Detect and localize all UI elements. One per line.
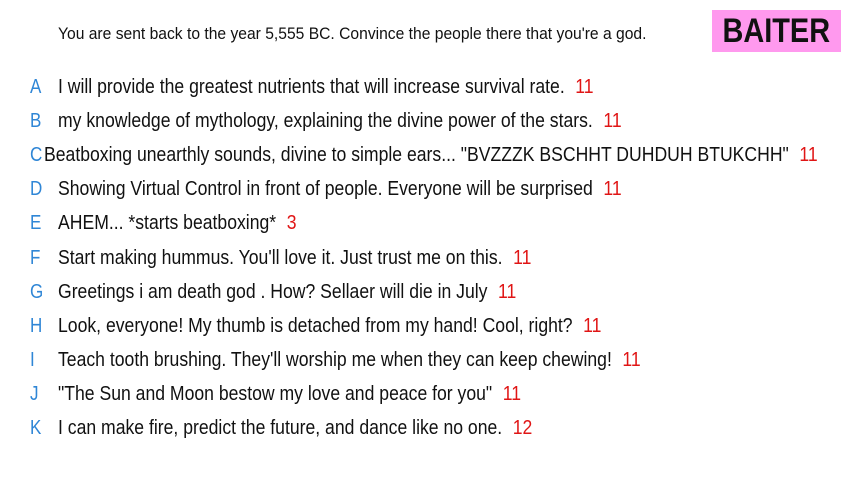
answer-score: 11 (575, 75, 594, 98)
answer-content: I can make fire, predict the future, and… (58, 417, 532, 440)
answer-score: 11 (502, 383, 522, 406)
answer-letter: K (30, 417, 42, 440)
answer-row-f: F Start making hummus. You'll love it. J… (30, 241, 845, 275)
answer-text: "The Sun and Moon bestow my love and pea… (58, 383, 493, 406)
answer-content: my knowledge of mythology, explaining th… (58, 110, 622, 133)
answer-text: Teach tooth brushing. They'll worship me… (58, 349, 612, 372)
answer-content: Start making hummus. You'll love it. Jus… (58, 247, 531, 270)
answer-row-b: B my knowledge of mythology, explaining … (30, 104, 845, 138)
answer-text: Greetings i am death god . How? Sellaer … (58, 280, 488, 303)
answer-score: 11 (622, 349, 641, 372)
answer-letter: A (30, 75, 42, 98)
answer-score: 11 (799, 143, 819, 166)
answer-score: 11 (583, 314, 602, 337)
answer-text: my knowledge of mythology, explaining th… (58, 109, 593, 132)
answer-score: 11 (603, 178, 622, 201)
answer-score: 11 (498, 280, 517, 303)
player-badge: BAITER (712, 10, 841, 52)
answer-text: AHEM... *starts beatboxing* (58, 212, 277, 235)
answer-letter: D (30, 178, 43, 201)
answer-text: Showing Virtual Control in front of peop… (58, 178, 593, 201)
badge-label: BAITER (722, 11, 831, 50)
answer-text: Start making hummus. You'll love it. Jus… (58, 246, 503, 269)
answer-text: Beatboxing unearthly sounds, divine to s… (44, 143, 790, 166)
answer-row-d: D Showing Virtual Control in front of pe… (30, 173, 845, 207)
answer-row-j: J "The Sun and Moon bestow my love and p… (30, 378, 845, 412)
answer-list: A I will provide the greatest nutrients … (30, 70, 845, 446)
answer-content: AHEM... *starts beatboxing* 3 (58, 212, 296, 235)
answer-letter: B (30, 109, 42, 132)
answer-score: 11 (513, 246, 532, 269)
answer-text: Look, everyone! My thumb is detached fro… (58, 314, 573, 337)
answer-content: Greetings i am death god . How? Sellaer … (58, 281, 516, 304)
answer-row-h: H Look, everyone! My thumb is detached f… (30, 309, 845, 343)
answer-content: I will provide the greatest nutrients th… (58, 76, 594, 99)
prompt-text: You are sent back to the year 5,555 BC. … (58, 24, 647, 43)
answer-content: Look, everyone! My thumb is detached fro… (58, 315, 601, 338)
answer-score: 3 (286, 212, 297, 235)
answer-row-g: G Greetings i am death god . How? Sellae… (30, 275, 845, 309)
answer-letter: H (30, 314, 43, 337)
answer-text: I will provide the greatest nutrients th… (58, 75, 565, 98)
answer-row-c: C Beatboxing unearthly sounds, divine to… (30, 138, 845, 172)
answer-row-k: K I can make fire, predict the future, a… (30, 412, 845, 446)
answer-letter: C (30, 143, 43, 166)
answer-letter: J (30, 383, 39, 406)
answer-text: I can make fire, predict the future, and… (58, 417, 503, 440)
answer-score: 12 (512, 417, 533, 440)
answer-letter: G (30, 280, 44, 303)
answer-letter: F (30, 246, 41, 269)
answer-score: 11 (603, 109, 622, 132)
answer-row-e: E AHEM... *starts beatboxing* 3 (30, 207, 845, 241)
answer-content: "The Sun and Moon bestow my love and pea… (58, 383, 521, 406)
answer-letter: E (30, 212, 42, 235)
answer-content: Beatboxing unearthly sounds, divine to s… (44, 144, 818, 167)
answer-letter: I (30, 349, 35, 372)
answer-row-a: A I will provide the greatest nutrients … (30, 70, 845, 104)
answer-row-i: I Teach tooth brushing. They'll worship … (30, 344, 845, 378)
answer-content: Showing Virtual Control in front of peop… (58, 178, 622, 201)
answer-content: Teach tooth brushing. They'll worship me… (58, 349, 641, 372)
